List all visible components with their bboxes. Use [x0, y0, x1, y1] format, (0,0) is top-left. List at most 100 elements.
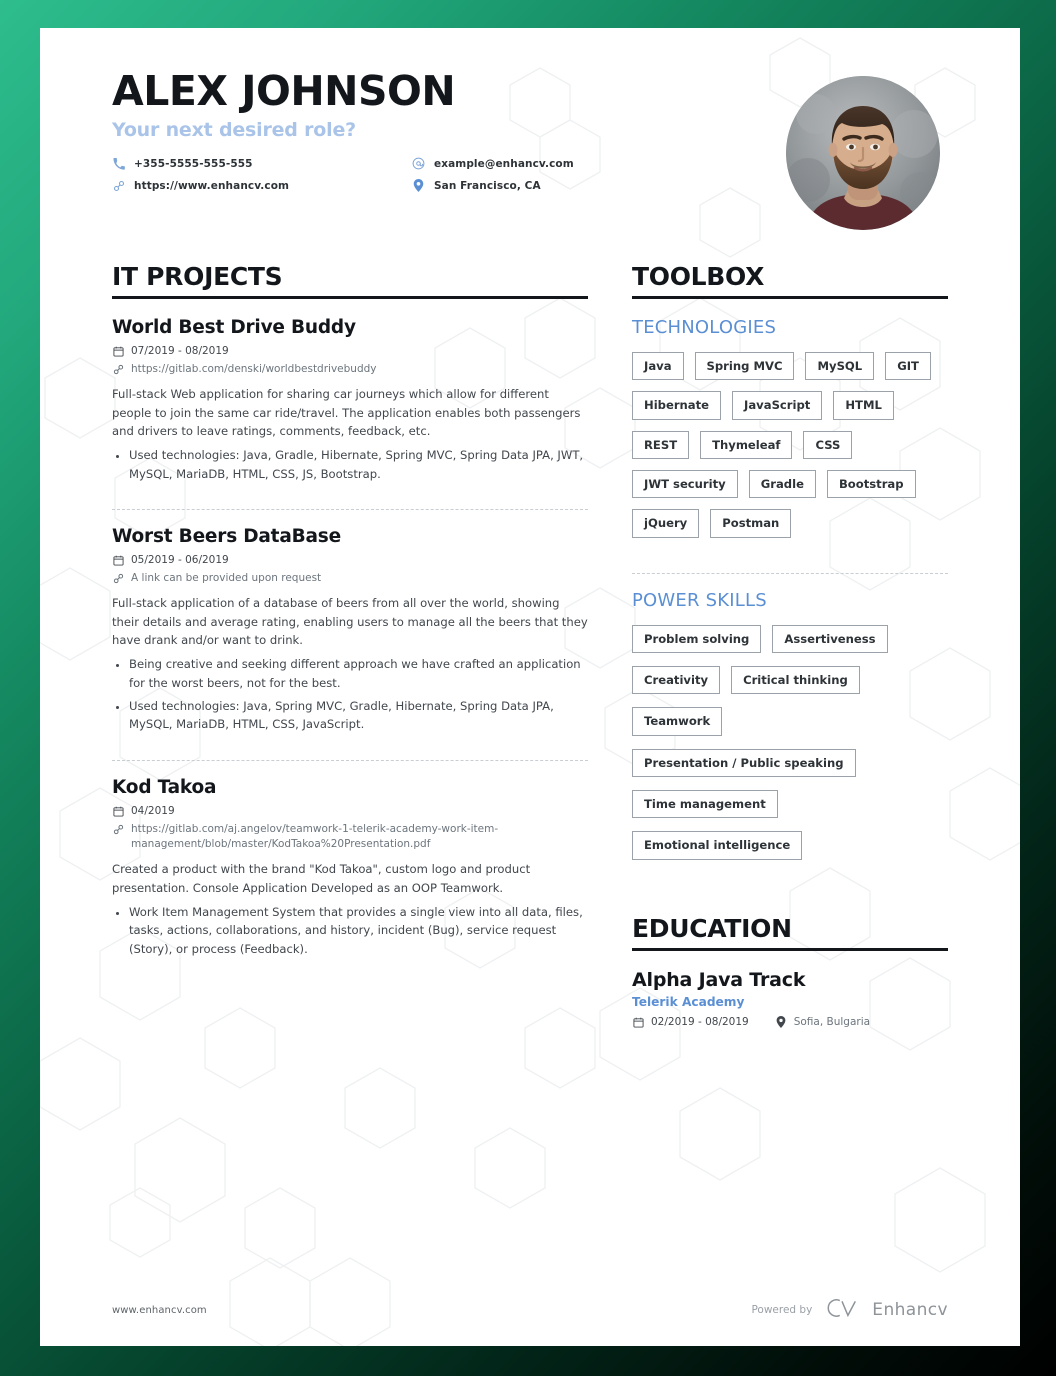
contact-email-text: example@enhancv.com: [434, 157, 574, 170]
technology-tag[interactable]: Postman: [710, 509, 792, 538]
link-icon: [112, 363, 124, 376]
link-icon: [112, 572, 124, 585]
location-icon: [775, 1016, 787, 1029]
contact-website[interactable]: https://www.enhancv.com: [112, 179, 412, 192]
project-link: https://gitlab.com/aj.angelov/teamwork-1…: [131, 822, 499, 851]
technology-tag[interactable]: CSS: [803, 430, 853, 459]
contact-email[interactable]: example@enhancv.com: [412, 157, 672, 170]
power-skill-tag[interactable]: Problem solving: [632, 624, 762, 653]
education-title: Alpha Java Track: [632, 968, 806, 991]
enhancv-logo-icon: [825, 1298, 859, 1322]
subsection-title-power-skills: POWER SKILLS: [632, 589, 767, 611]
project-link-row[interactable]: https://gitlab.com/denski/worldbestdrive…: [112, 362, 588, 377]
technology-tag[interactable]: Thymeleaf: [700, 430, 793, 459]
technology-tag[interactable]: JWT security: [632, 469, 738, 499]
phone-icon: [112, 157, 125, 170]
footer-branding: Powered by Enhancv: [751, 1298, 948, 1322]
education-organization: Telerik Academy: [632, 994, 745, 1009]
technology-tag[interactable]: GIT: [885, 352, 931, 381]
power-skill-tag[interactable]: Assertiveness: [772, 624, 888, 653]
education-meta-row: 02/2019 - 08/2019 Sofia, Bulgaria: [632, 1015, 948, 1033]
education-entry: Alpha Java Track Telerik Academy 02/2019…: [632, 969, 948, 1045]
project-date: 05/2019 - 06/2019: [131, 554, 229, 566]
resume-header: ALEX JOHNSON Your next desired role? +35…: [112, 69, 948, 250]
technology-tag[interactable]: REST: [632, 430, 690, 459]
resume-page: ALEX JOHNSON Your next desired role? +35…: [40, 28, 1020, 1346]
project-date-row: 07/2019 - 08/2019: [112, 344, 588, 359]
power-skills-tag-group: Problem solving Assertiveness Creativity…: [632, 624, 948, 860]
project-bullet: Used technologies: Java, Gradle, Hiberna…: [129, 446, 588, 483]
email-icon: [412, 157, 425, 170]
avatar: [786, 76, 940, 230]
section-title-toolbox: TOOLBOX: [632, 262, 765, 291]
project-description: Full-stack application of a database of …: [112, 596, 588, 648]
project-date-row: 04/2019: [112, 804, 588, 819]
project-description: Created a product with the brand "Kod Ta…: [112, 862, 531, 895]
technologies-tag-group: Java Spring MVC MySQL GIT Hibernate Java…: [632, 352, 948, 538]
project-link-row[interactable]: A link can be provided upon request: [112, 571, 588, 586]
calendar-icon: [112, 805, 124, 818]
contact-phone[interactable]: +355-5555-555-555: [112, 157, 412, 170]
project-bullet: Work Item Management System that provide…: [129, 903, 588, 958]
power-skill-tag[interactable]: Critical thinking: [731, 665, 860, 695]
footer-url[interactable]: www.enhancv.com: [112, 1305, 207, 1316]
project-link: A link can be provided upon request: [131, 572, 322, 585]
technology-tag[interactable]: Bootstrap: [826, 469, 916, 499]
project-description: Full-stack Web application for sharing c…: [112, 387, 581, 439]
project-date-row: 05/2019 - 06/2019: [112, 553, 588, 568]
power-skill-tag[interactable]: Presentation / Public speaking: [632, 748, 856, 777]
section-title-it-projects: IT PROJECTS: [112, 262, 283, 291]
power-skill-tag[interactable]: Emotional intelligence: [632, 831, 803, 860]
location-icon: [412, 179, 425, 193]
section-title-education: EDUCATION: [632, 913, 792, 943]
project-bullet: Used technologies: Java, Spring MVC, Gra…: [129, 697, 588, 734]
entry-divider: [112, 759, 588, 761]
project-title: Worst Beers DataBase: [112, 526, 341, 547]
contact-phone-text: +355-5555-555-555: [134, 157, 253, 170]
powered-by-label: Powered by: [751, 1304, 813, 1316]
project-date: 04/2019: [131, 804, 175, 817]
project-bullet-list: Work Item Management System that provide…: [112, 903, 588, 958]
power-skill-tag[interactable]: Time management: [632, 789, 778, 819]
calendar-icon: [112, 345, 124, 358]
entry-divider: [112, 509, 588, 510]
power-skill-tag[interactable]: Creativity: [632, 665, 721, 695]
page-footer: www.enhancv.com Powered by Enhancv: [112, 1298, 948, 1322]
technology-tag[interactable]: MySQL: [805, 352, 875, 381]
link-icon: [112, 179, 125, 192]
section-rule-toolbox: [632, 296, 948, 299]
toolbox-divider: [632, 572, 948, 574]
technology-tag[interactable]: JavaScript: [732, 391, 823, 420]
calendar-icon: [112, 554, 124, 567]
link-icon: [112, 823, 124, 836]
power-skill-tag[interactable]: Teamwork: [632, 707, 723, 736]
two-column-body: IT PROJECTS World Best Drive Buddy 07/20…: [112, 262, 948, 1045]
education-date-row: 02/2019 - 08/2019: [632, 1015, 749, 1030]
technology-tag[interactable]: Hibernate: [632, 391, 722, 420]
project-entry: Kod Takoa 04/2019 https://gitlab.com/aj.…: [112, 777, 588, 975]
project-bullet-list: Being creative and seeking different app…: [112, 655, 588, 733]
section-rule-it-projects: [112, 296, 588, 299]
project-link: https://gitlab.com/denski/worldbestdrive…: [131, 363, 377, 376]
technology-tag[interactable]: Gradle: [748, 469, 816, 499]
technology-tag[interactable]: HTML: [833, 391, 894, 420]
subsection-title-technologies: TECHNOLOGIES: [632, 317, 777, 338]
project-entry: World Best Drive Buddy 07/2019 - 08/2019: [112, 317, 588, 500]
contact-info-grid: +355-5555-555-555 example@enhancv.com ht…: [112, 157, 672, 193]
right-column: TOOLBOX TECHNOLOGIES Java Spring MVC MyS…: [632, 262, 948, 1045]
technology-tag[interactable]: Java: [632, 352, 684, 381]
technology-tag[interactable]: Spring MVC: [694, 352, 795, 381]
project-date: 07/2019 - 08/2019: [131, 345, 229, 357]
project-entry: Worst Beers DataBase 05/2019 - 06/2019 A…: [112, 526, 588, 751]
left-column: IT PROJECTS World Best Drive Buddy 07/20…: [112, 262, 588, 1045]
technology-tag[interactable]: jQuery: [632, 509, 700, 538]
education-date: 02/2019 - 08/2019: [651, 1015, 749, 1028]
project-bullet: Being creative and seeking different app…: [129, 655, 588, 692]
project-title: World Best Drive Buddy: [112, 317, 356, 338]
project-title: Kod Takoa: [112, 776, 217, 798]
education-location: Sofia, Bulgaria: [793, 1015, 871, 1028]
project-link-row[interactable]: https://gitlab.com/aj.angelov/teamwork-1…: [112, 822, 588, 852]
contact-location[interactable]: San Francisco, CA: [412, 179, 672, 193]
